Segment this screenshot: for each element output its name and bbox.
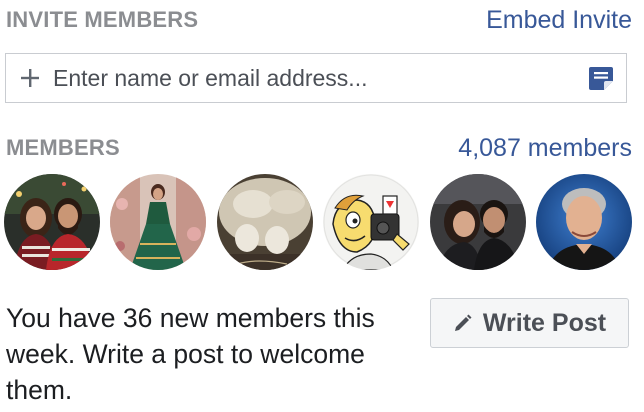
write-post-label: Write Post — [482, 308, 607, 337]
pencil-icon — [453, 313, 473, 333]
avatar-couple-selfie[interactable] — [429, 174, 526, 270]
members-count-link[interactable]: 4,087 members — [458, 134, 632, 163]
invite-search-input[interactable] — [53, 64, 587, 92]
members-header: MEMBERS 4,087 members — [6, 134, 632, 162]
avatar-cartoon-camera[interactable] — [323, 174, 420, 270]
invite-members-heading: INVITE MEMBERS — [6, 7, 199, 32]
avatar-cat-paws[interactable] — [216, 174, 313, 270]
note-icon[interactable] — [587, 64, 615, 92]
member-avatar-row — [4, 174, 632, 270]
invite-input-box[interactable] — [5, 53, 627, 103]
avatar-woman-green-dress[interactable] — [110, 174, 207, 270]
members-heading: MEMBERS — [6, 135, 120, 160]
new-members-message: You have 36 new members this week. Write… — [6, 303, 375, 405]
write-post-button[interactable]: Write Post — [430, 298, 629, 348]
plus-icon — [19, 67, 41, 89]
avatar-man-portrait[interactable] — [535, 174, 632, 270]
avatar-couple-christmas[interactable] — [4, 174, 100, 270]
embed-invite-link[interactable]: Embed Invite — [486, 6, 632, 35]
invite-header: INVITE MEMBERS Embed Invite — [6, 6, 632, 34]
